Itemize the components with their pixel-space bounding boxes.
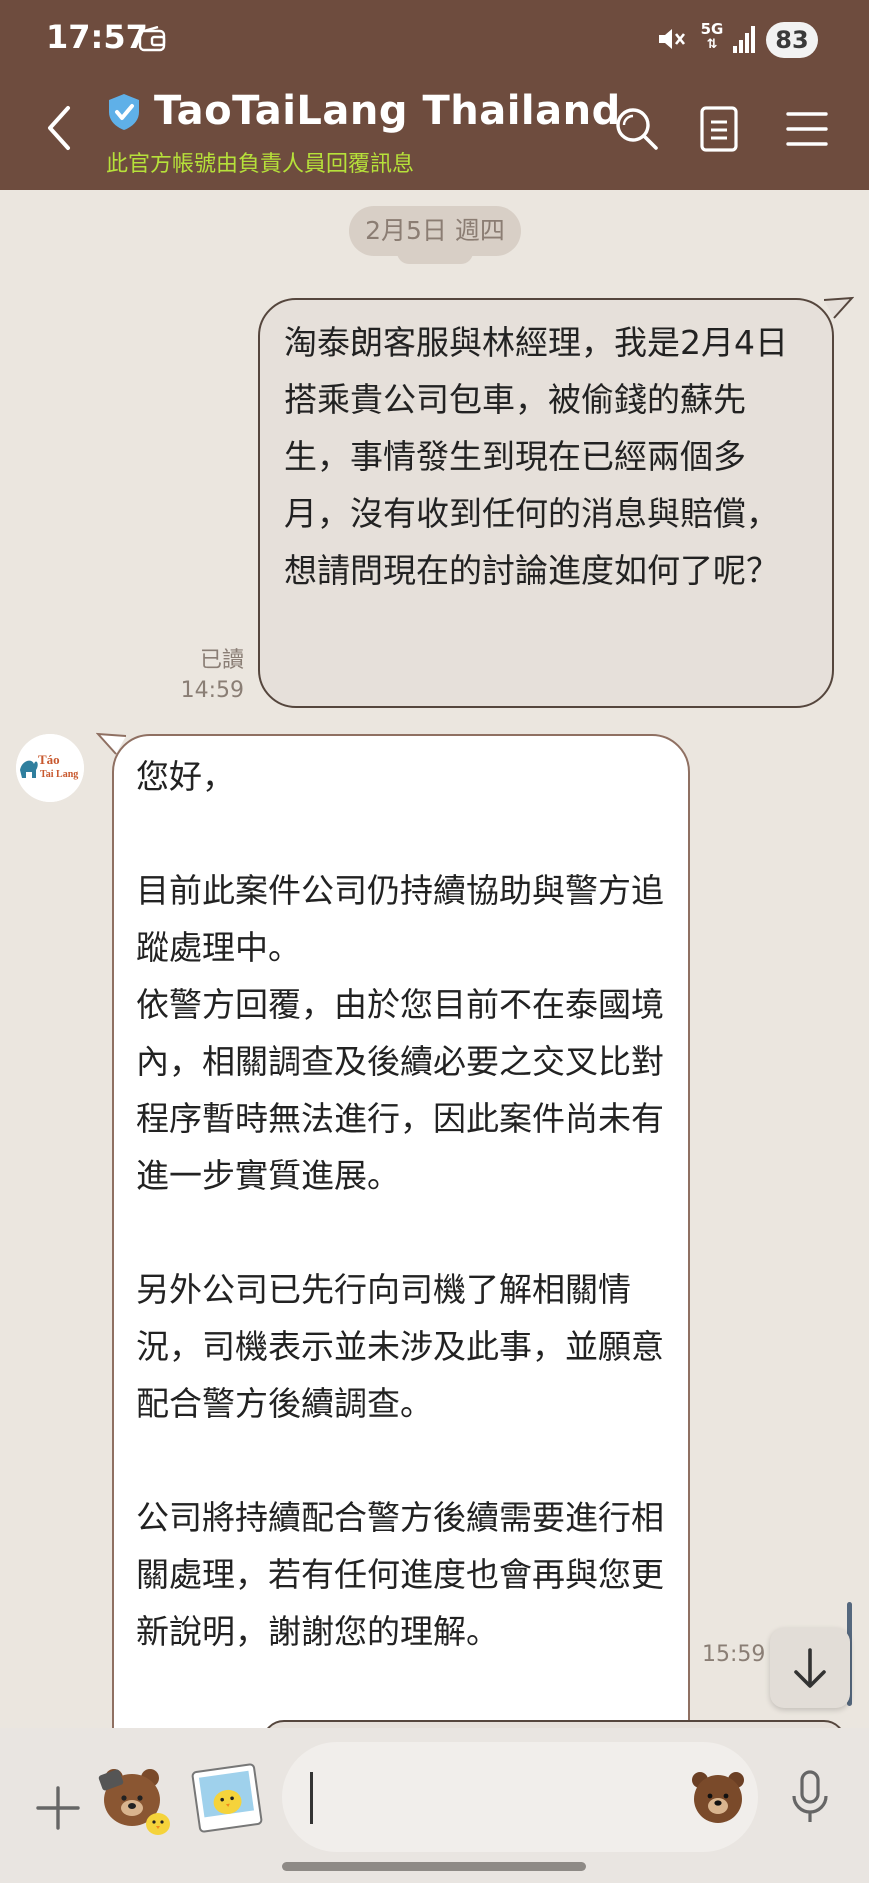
next-message-bubble xyxy=(262,1720,846,1728)
chat-header: TaoTaiLang Thailand 此官方帳號由負責人員回覆訊息 xyxy=(0,68,869,190)
microphone-icon[interactable] xyxy=(786,1768,834,1828)
bubble-tail xyxy=(824,296,854,319)
scroll-to-bottom-button[interactable] xyxy=(770,1628,850,1708)
sender-avatar[interactable]: Táo Tai Lang xyxy=(16,734,84,802)
status-time: 17:57 xyxy=(46,18,148,56)
incoming-message-bubble[interactable]: 您好， 目前此案件公司仍持續協助與警方追蹤處理中。 依警方回覆，由於您目前不在泰… xyxy=(112,734,690,1728)
message-greeting: 您好， xyxy=(136,757,235,796)
message-paragraph: 公司將持續配合警方後續需要進行相關處理，若有任何進度也會再與您更新說明，謝謝您的… xyxy=(136,1498,664,1651)
menu-icon[interactable] xyxy=(780,98,832,158)
chat-title: TaoTaiLang Thailand xyxy=(154,88,621,134)
input-bar xyxy=(0,1728,869,1883)
verified-badge-icon xyxy=(109,94,139,130)
wallet-icon xyxy=(138,26,166,52)
emoji-icon[interactable] xyxy=(688,1766,748,1826)
outgoing-message-bubble[interactable]: 淘泰朗客服與林經理，我是2月4日搭乘貴公司包車，被偷錢的蘇先生，事情發生到現在已… xyxy=(258,298,834,708)
sticker-icon[interactable] xyxy=(96,1756,180,1840)
message-input[interactable] xyxy=(282,1742,758,1852)
signal-icon xyxy=(733,26,755,53)
status-bar: 17:57 5G ⇅ 83 xyxy=(0,0,869,68)
home-indicator xyxy=(282,1862,586,1871)
network-label: 5G xyxy=(700,20,724,38)
official-account-note: 此官方帳號由負責人員回覆訊息 xyxy=(106,152,415,177)
notes-icon[interactable] xyxy=(694,98,746,158)
outgoing-message-time: 14:59 xyxy=(180,678,244,703)
logo-text-tailang: Tai Lang xyxy=(40,769,78,780)
bubble-tail xyxy=(96,732,126,755)
plus-icon[interactable] xyxy=(34,1784,82,1832)
photo-icon[interactable] xyxy=(188,1762,266,1834)
back-arrow-icon[interactable] xyxy=(36,98,86,158)
battery-indicator: 83 xyxy=(766,22,818,58)
network-indicator: 5G ⇅ xyxy=(700,20,724,53)
search-icon[interactable] xyxy=(610,98,662,158)
message-paragraph: 依警方回覆，由於您目前不在泰國境內，相關調查及後續必要之交叉比對程序暫時無法進行… xyxy=(136,985,664,1195)
text-cursor xyxy=(310,1772,313,1824)
date-separator: 2月5日 週四 xyxy=(349,206,521,256)
taotailang-logo: Táo Tai Lang xyxy=(16,734,84,802)
message-paragraph: 目前此案件公司仍持續協助與警方追蹤處理中。 xyxy=(136,871,664,967)
message-paragraph: 另外公司已先行向司機了解相關情況，司機表示並未涉及此事，並願意配合警方後續調查。 xyxy=(136,1270,664,1423)
read-receipt: 已讀 xyxy=(199,648,244,673)
message-list[interactable]: 2月5日 週四 淘泰朗客服與林經理，我是2月4日搭乘貴公司包車，被偷錢的蘇先生，… xyxy=(0,190,869,1728)
incoming-message-time: 15:59 xyxy=(702,1642,766,1667)
arrow-down-icon xyxy=(794,1648,826,1688)
mute-icon xyxy=(659,29,686,49)
data-arrows-icon: ⇅ xyxy=(706,37,718,52)
logo-text-tao: Táo xyxy=(38,752,60,767)
